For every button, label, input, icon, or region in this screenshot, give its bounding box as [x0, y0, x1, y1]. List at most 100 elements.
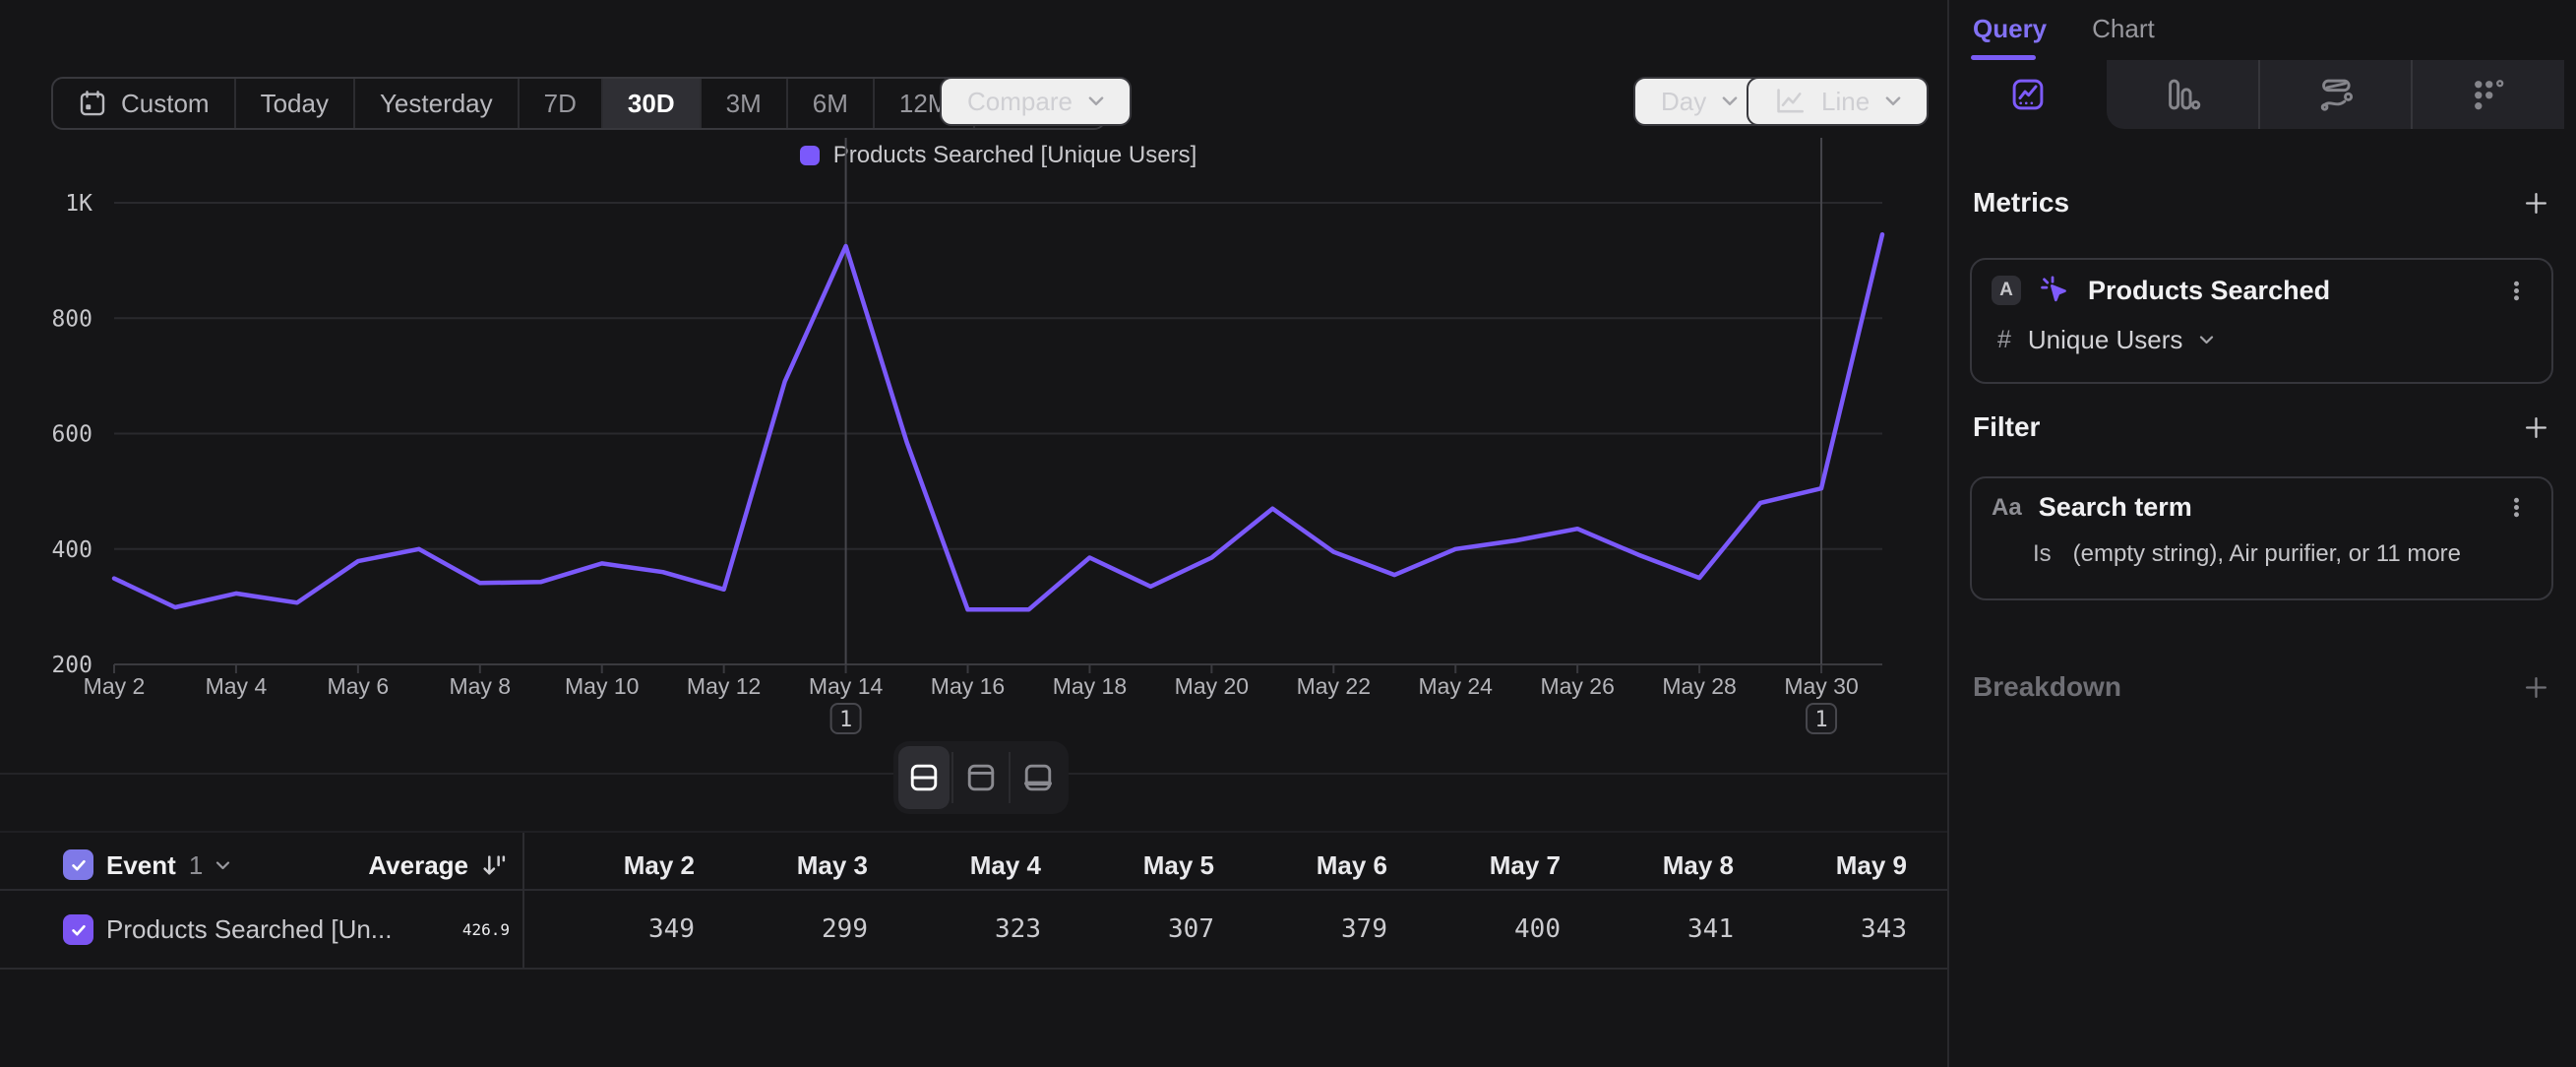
- x-axis-label: May 14: [809, 673, 884, 699]
- y-axis-label: 800: [51, 306, 92, 332]
- funnels-tab[interactable]: [2107, 60, 2258, 129]
- x-axis-label: May 20: [1175, 673, 1249, 699]
- range-label: 30D: [628, 89, 675, 119]
- filter-card[interactable]: Aa Search term Is (empty string), Air pu…: [1970, 476, 2553, 600]
- divider: [951, 752, 953, 803]
- event-column-header[interactable]: Event 1: [106, 842, 230, 889]
- table-cell-value: 323: [868, 891, 1041, 968]
- chevron-down-icon: [215, 861, 230, 870]
- tab-chart[interactable]: Chart: [2092, 14, 2155, 44]
- sort-descending-icon: [481, 852, 508, 879]
- filter-row: Aa Search term: [1972, 478, 2551, 523]
- table-row-divider: [0, 968, 1947, 970]
- layout-chart-top-button[interactable]: [955, 746, 1007, 809]
- table-cell-value: 400: [1387, 891, 1561, 968]
- metric-letter-badge: A: [1992, 276, 2021, 305]
- series-line[interactable]: [114, 234, 1882, 609]
- table-cell-value: 341: [1561, 891, 1734, 968]
- x-axis-label: May 2: [84, 673, 146, 699]
- range-yesterday[interactable]: Yesterday: [353, 79, 518, 128]
- y-axis-label: 1K: [65, 191, 92, 217]
- metrics-heading: Metrics: [1973, 187, 2069, 219]
- panel-divider: [1947, 0, 1949, 1067]
- filter-condition-row[interactable]: Is (empty string), Air purifier, or 11 m…: [1972, 523, 2551, 568]
- table-cell-value: 343: [1734, 891, 1907, 968]
- table-top-border: [0, 831, 1947, 833]
- chart-type-dropdown[interactable]: Line: [1747, 77, 1929, 126]
- string-property-icon: Aa: [1992, 494, 2022, 522]
- range-label: Custom: [121, 89, 210, 119]
- range-label: 7D: [544, 89, 577, 119]
- table-col-header[interactable]: May 9: [1734, 842, 1907, 889]
- event-count: 1: [189, 850, 203, 881]
- add-metric-button[interactable]: [2523, 190, 2549, 217]
- range-label: Today: [261, 89, 329, 119]
- range-7d[interactable]: 7D: [518, 79, 601, 128]
- range-label: 3M: [726, 89, 762, 119]
- table-col-header[interactable]: May 5: [1041, 842, 1214, 889]
- panel-tabs: Query Chart: [1973, 0, 2155, 57]
- range-label: 6M: [813, 89, 848, 119]
- layout-split-button[interactable]: [898, 746, 950, 809]
- table-col-header[interactable]: May 7: [1387, 842, 1561, 889]
- chevron-down-icon: [2199, 336, 2214, 345]
- x-axis-label: May 6: [328, 673, 390, 699]
- line-chart-icon: [1774, 88, 1806, 115]
- table-col-header[interactable]: May 4: [868, 842, 1041, 889]
- row-checkbox[interactable]: [63, 914, 93, 945]
- x-axis-label: May 24: [1419, 673, 1494, 699]
- breakdown-section-header: Breakdown: [1973, 667, 2549, 707]
- report-type-tab-group: [2107, 60, 2564, 129]
- table-row[interactable]: Products Searched [Un... 426.9 349299323…: [0, 891, 1947, 968]
- insights-tab[interactable]: [1949, 60, 2107, 129]
- divider: [1009, 752, 1011, 803]
- table-col-header[interactable]: May 6: [1214, 842, 1387, 889]
- add-filter-button[interactable]: [2523, 414, 2549, 441]
- average-label: Average: [368, 850, 468, 881]
- x-axis-label: May 26: [1540, 673, 1614, 699]
- event-click-icon: [2038, 274, 2071, 307]
- metric-options-icon[interactable]: [2503, 278, 2530, 304]
- compare-button[interactable]: Compare: [940, 77, 1132, 126]
- x-axis-label: May 18: [1053, 673, 1127, 699]
- y-axis-label: 600: [51, 422, 92, 448]
- granularity-label: Day: [1661, 87, 1706, 117]
- table-cell-value: 299: [695, 891, 868, 968]
- range-today[interactable]: Today: [234, 79, 353, 128]
- average-column-header[interactable]: Average: [256, 842, 508, 889]
- retention-tab[interactable]: [2411, 60, 2564, 129]
- aggregation-label: Unique Users: [2028, 325, 2183, 355]
- event-label: Event: [106, 850, 176, 881]
- range-6m[interactable]: 6M: [786, 79, 873, 128]
- x-axis-label: May 4: [206, 673, 268, 699]
- select-all-checkbox[interactable]: [63, 849, 93, 880]
- chevron-down-icon: [1088, 96, 1104, 106]
- filter-property-name[interactable]: Search term: [2039, 492, 2486, 523]
- aggregation-row[interactable]: # Unique Users: [1972, 307, 2551, 355]
- range-3m[interactable]: 3M: [700, 79, 786, 128]
- line-chart[interactable]: 2004006008001KMay 2May 4May 6May 8May 10…: [0, 128, 1947, 738]
- x-axis-label: May 12: [687, 673, 761, 699]
- tab-query[interactable]: Query: [1973, 14, 2047, 44]
- layout-toggle: [893, 741, 1069, 814]
- add-breakdown-button[interactable]: [2523, 674, 2549, 701]
- metric-card[interactable]: A Products Searched # Unique Users: [1970, 258, 2553, 384]
- table-col-header[interactable]: May 8: [1561, 842, 1734, 889]
- report-type-tabs: [1949, 60, 2564, 129]
- compare-label: Compare: [967, 87, 1073, 117]
- filter-options-icon[interactable]: [2503, 494, 2530, 521]
- annotation-badge-label: 1: [1814, 708, 1827, 732]
- filter-section-header: Filter: [1973, 408, 2549, 447]
- chart-type-label: Line: [1821, 87, 1870, 117]
- x-axis-label: May 22: [1297, 673, 1371, 699]
- table-col-header[interactable]: May 2: [521, 842, 695, 889]
- layout-chart-bottom-button[interactable]: [1012, 746, 1064, 809]
- filter-values: (empty string), Air purifier, or 11 more: [2073, 540, 2461, 568]
- table-col-header[interactable]: May 3: [695, 842, 868, 889]
- range-30d[interactable]: 30D: [601, 79, 700, 128]
- range-custom[interactable]: Custom: [53, 79, 234, 128]
- flows-tab[interactable]: [2258, 60, 2412, 129]
- table-cell-value: 379: [1214, 891, 1387, 968]
- filter-operator: Is: [2033, 540, 2052, 568]
- metric-event-name[interactable]: Products Searched: [2088, 276, 2486, 306]
